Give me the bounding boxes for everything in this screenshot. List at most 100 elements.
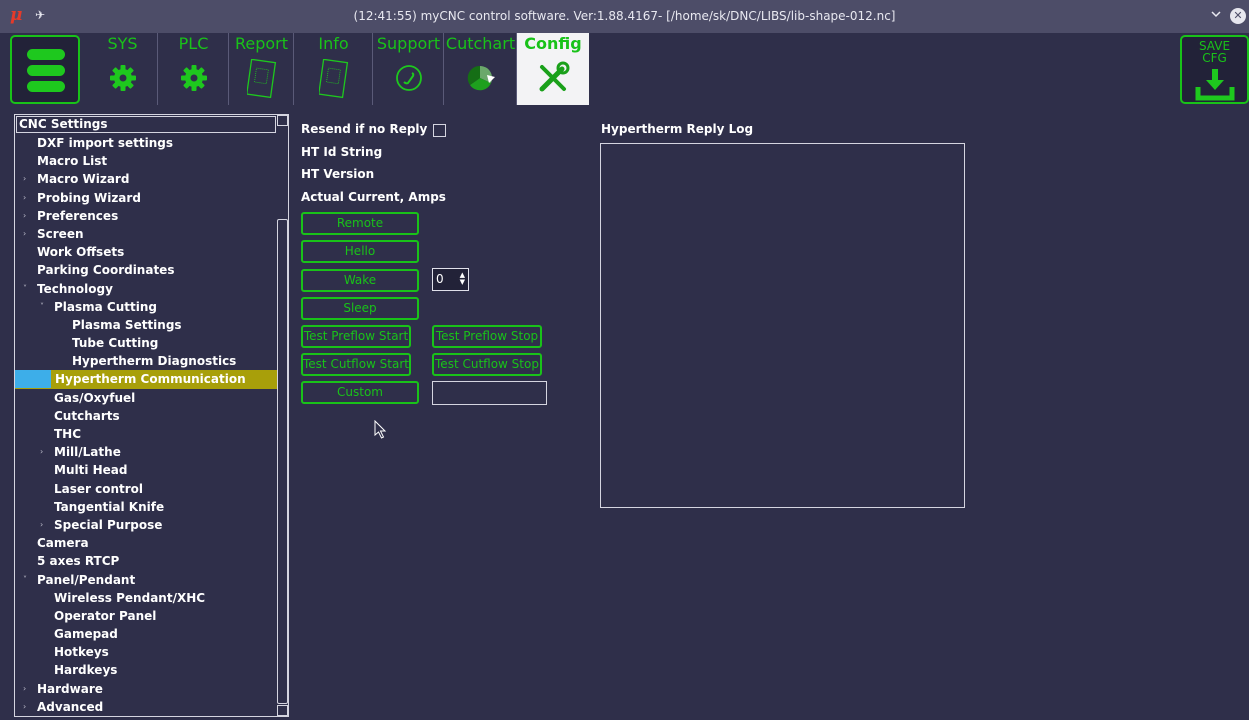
tree-item[interactable]: Tangential Knife <box>15 498 277 516</box>
tree-item-label: Cutcharts <box>54 408 120 423</box>
tree-item-label: Hardware <box>37 681 103 696</box>
tree-item[interactable]: Cutcharts <box>15 407 277 425</box>
tree-item[interactable]: ˅ Technology <box>15 280 277 298</box>
chevron-down-icon[interactable]: ˅ <box>40 298 44 316</box>
tree-item-label: Laser control <box>54 481 144 496</box>
tree-item-label: Tube Cutting <box>72 336 159 351</box>
chevron-down-icon[interactable]: ˅ <box>23 280 27 298</box>
tree-item[interactable]: Hypertherm Communication <box>15 370 277 389</box>
remote-button[interactable]: Remote <box>301 212 419 235</box>
scroll-up-button[interactable] <box>277 115 288 126</box>
tree-item-label: Technology <box>37 281 113 296</box>
pie-icon <box>467 65 495 91</box>
tab-support-label: Support <box>376 34 441 53</box>
scroll-down-button[interactable] <box>277 705 288 716</box>
hello-button[interactable]: Hello <box>301 240 419 263</box>
tree-item-label: Hotkeys <box>54 645 109 660</box>
tree-item[interactable]: ˅ Plasma Cutting <box>15 298 277 316</box>
tree-item[interactable]: Laser control <box>15 480 277 498</box>
tree-item[interactable]: Gamepad <box>15 625 277 643</box>
main-menu-button[interactable] <box>10 35 80 104</box>
tree-item[interactable]: Gas/Oxyfuel <box>15 389 277 407</box>
tree-item[interactable]: › Mill/Lathe <box>15 443 277 461</box>
tab-config[interactable]: Config <box>517 33 589 105</box>
tree-item[interactable]: › Special Purpose <box>15 516 277 534</box>
tree-item-label: Advanced <box>37 699 104 714</box>
tree-item[interactable]: › Screen <box>15 225 277 243</box>
tree-item[interactable]: › Hardware <box>15 680 277 698</box>
scroll-handle[interactable] <box>277 219 288 704</box>
reply-log-box[interactable] <box>600 143 965 508</box>
tab-cutchart[interactable]: Cutchart <box>445 33 517 105</box>
tree-item[interactable]: Multi Head <box>15 461 277 479</box>
wake-spinbox[interactable]: 0 ▲ ▼ <box>432 268 469 291</box>
document-icon <box>318 59 348 99</box>
tree-item[interactable]: › Probing Wizard <box>15 189 277 207</box>
tree-item[interactable]: › Advanced <box>15 698 277 716</box>
test-preflow-start-button[interactable]: Test Preflow Start <box>301 325 411 348</box>
tab-plc[interactable]: PLC <box>159 33 229 105</box>
tree-item-label: Plasma Cutting <box>54 299 157 314</box>
tree-item-label: Multi Head <box>54 463 128 478</box>
chevron-right-icon[interactable]: › <box>40 443 43 461</box>
tab-info[interactable]: Info <box>295 33 373 105</box>
tab-sys[interactable]: SYS <box>88 33 158 105</box>
settings-tree[interactable]: CNC Settings DXF import settings Macro Li… <box>14 114 289 717</box>
gear-icon <box>180 65 207 91</box>
tree-item[interactable]: DXF import settings <box>15 134 277 152</box>
wake-button[interactable]: Wake <box>301 269 419 292</box>
tab-info-label: Info <box>318 34 349 53</box>
resend-checkbox[interactable] <box>433 124 446 137</box>
chevron-right-icon[interactable]: › <box>23 698 26 716</box>
tree-item-label: Gamepad <box>54 627 118 642</box>
reply-log-label: Hypertherm Reply Log <box>601 122 754 136</box>
tree-header[interactable]: CNC Settings <box>16 116 276 133</box>
tree-item-label: Macro List <box>37 154 108 169</box>
tree-item[interactable]: 5 axes RTCP <box>15 552 277 570</box>
chevron-right-icon[interactable]: › <box>40 516 43 534</box>
tree-item[interactable]: Plasma Settings <box>15 316 277 334</box>
tree-item[interactable]: Camera <box>15 534 277 552</box>
tree-item[interactable]: Operator Panel <box>15 607 277 625</box>
spin-arrows-icon[interactable]: ▲ ▼ <box>460 272 465 286</box>
custom-button[interactable]: Custom <box>301 381 419 404</box>
chevron-down-icon[interactable]: ˅ <box>23 571 27 589</box>
tree-item[interactable]: Parking Coordinates <box>15 261 277 279</box>
sleep-button[interactable]: Sleep <box>301 297 419 320</box>
tree-item[interactable]: Hardkeys <box>15 661 277 679</box>
tree-item[interactable]: Wireless Pendant/XHC <box>15 589 277 607</box>
tree-scrollbar[interactable] <box>277 115 288 716</box>
tab-sys-label: SYS <box>107 34 138 53</box>
tree-item[interactable]: › Macro Wizard <box>15 170 277 188</box>
tree-item[interactable]: Tube Cutting <box>15 334 277 352</box>
save-label-line2: CFG <box>1202 51 1227 65</box>
tree-item-label: Operator Panel <box>54 608 157 623</box>
tab-report[interactable]: Report <box>230 33 294 105</box>
close-icon[interactable]: ✕ <box>1230 8 1246 24</box>
tree-item[interactable]: ˅ Panel/Pendant <box>15 571 277 589</box>
app-window: μ ✈ (12:41:55) myCNC control software. V… <box>0 0 1249 720</box>
tab-support[interactable]: Support <box>374 33 444 105</box>
test-cutflow-stop-button[interactable]: Test Cutflow Stop <box>432 353 542 376</box>
custom-command-input[interactable] <box>432 381 547 405</box>
tree-item[interactable]: Work Offsets <box>15 243 277 261</box>
test-cutflow-start-button[interactable]: Test Cutflow Start <box>301 353 411 376</box>
tree-item[interactable]: THC <box>15 425 277 443</box>
tree-item[interactable]: Macro List <box>15 152 277 170</box>
gear-icon <box>109 65 136 91</box>
chevron-down-icon[interactable] <box>1210 8 1222 20</box>
save-config-button[interactable]: SAVE CFG <box>1180 35 1249 104</box>
tree-item-label: Tangential Knife <box>54 499 165 514</box>
tree-item[interactable]: › Preferences <box>15 207 277 225</box>
tree-item-label: Parking Coordinates <box>37 263 175 278</box>
test-preflow-stop-button[interactable]: Test Preflow Stop <box>432 325 542 348</box>
chevron-right-icon[interactable]: › <box>23 170 26 188</box>
chevron-right-icon[interactable]: › <box>23 680 26 698</box>
chevron-right-icon[interactable]: › <box>23 207 26 225</box>
chevron-right-icon[interactable]: › <box>23 225 26 243</box>
phone-icon <box>395 65 422 91</box>
tree-item[interactable]: Hypertherm Diagnostics <box>15 352 277 370</box>
chevron-right-icon[interactable]: › <box>23 189 26 207</box>
tree-item[interactable]: Hotkeys <box>15 643 277 661</box>
tree-list: DXF import settings Macro List › Macro Wiza… <box>15 134 277 716</box>
